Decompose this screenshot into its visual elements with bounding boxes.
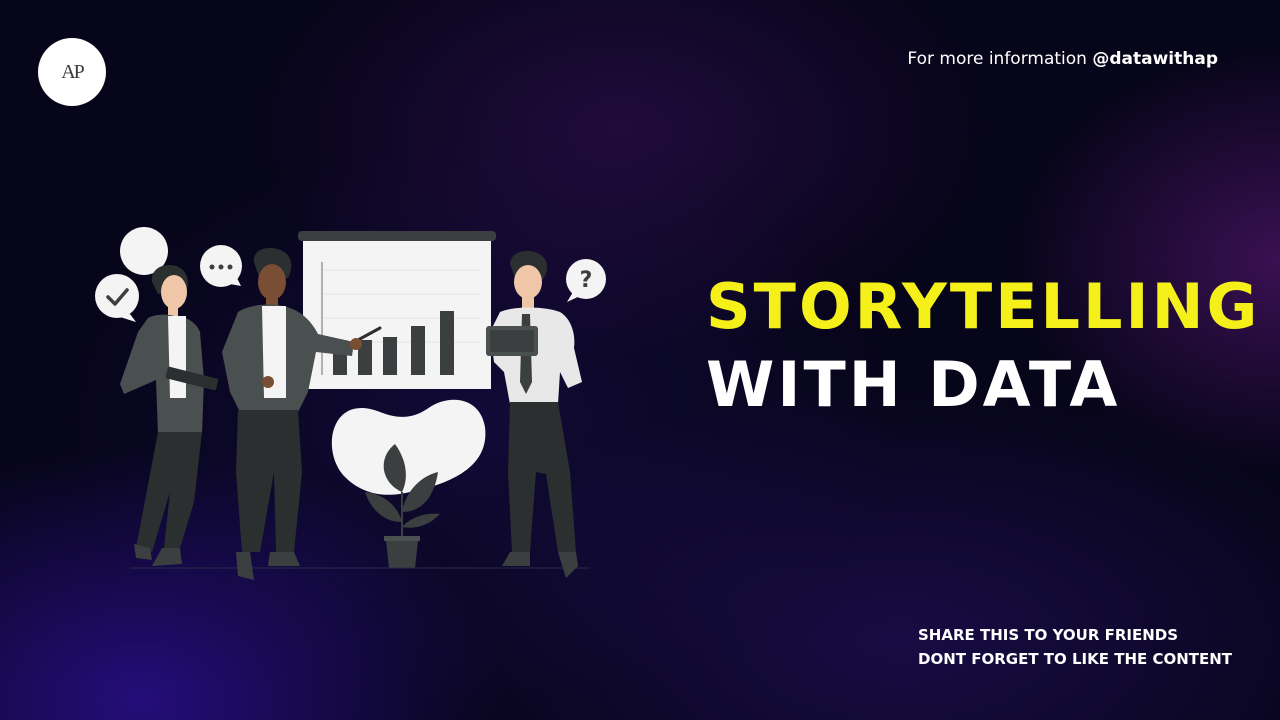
brand-logo: AP bbox=[38, 38, 106, 106]
person-left bbox=[120, 264, 219, 566]
headline-line-2: WITH DATA bbox=[706, 348, 1121, 421]
social-handle: @datawithap bbox=[1092, 49, 1218, 69]
footer-message: SHARE THIS TO YOUR FRIENDS DONT FORGET T… bbox=[918, 623, 1232, 671]
footer-line-2: DONT FORGET TO LIKE THE CONTENT bbox=[918, 650, 1233, 668]
person-right bbox=[486, 250, 582, 578]
headline: STORYTELLING WITH DATA bbox=[706, 268, 1260, 424]
business-presentation-illustration: ? bbox=[95, 227, 606, 580]
question-bubble-icon: ? bbox=[566, 259, 606, 302]
ellipsis-bubble-icon bbox=[200, 245, 242, 287]
check-bubble-icon bbox=[95, 274, 139, 322]
question-mark: ? bbox=[580, 268, 593, 293]
potted-plant bbox=[331, 399, 486, 568]
info-prefix: For more information bbox=[907, 49, 1093, 69]
presentation-board bbox=[298, 231, 496, 389]
more-info-text: For more information @datawithap bbox=[907, 49, 1218, 69]
logo-text: AP bbox=[61, 60, 85, 83]
headline-line-1: STORYTELLING bbox=[706, 270, 1261, 343]
footer-line-1: SHARE THIS TO YOUR FRIENDS bbox=[918, 626, 1179, 644]
